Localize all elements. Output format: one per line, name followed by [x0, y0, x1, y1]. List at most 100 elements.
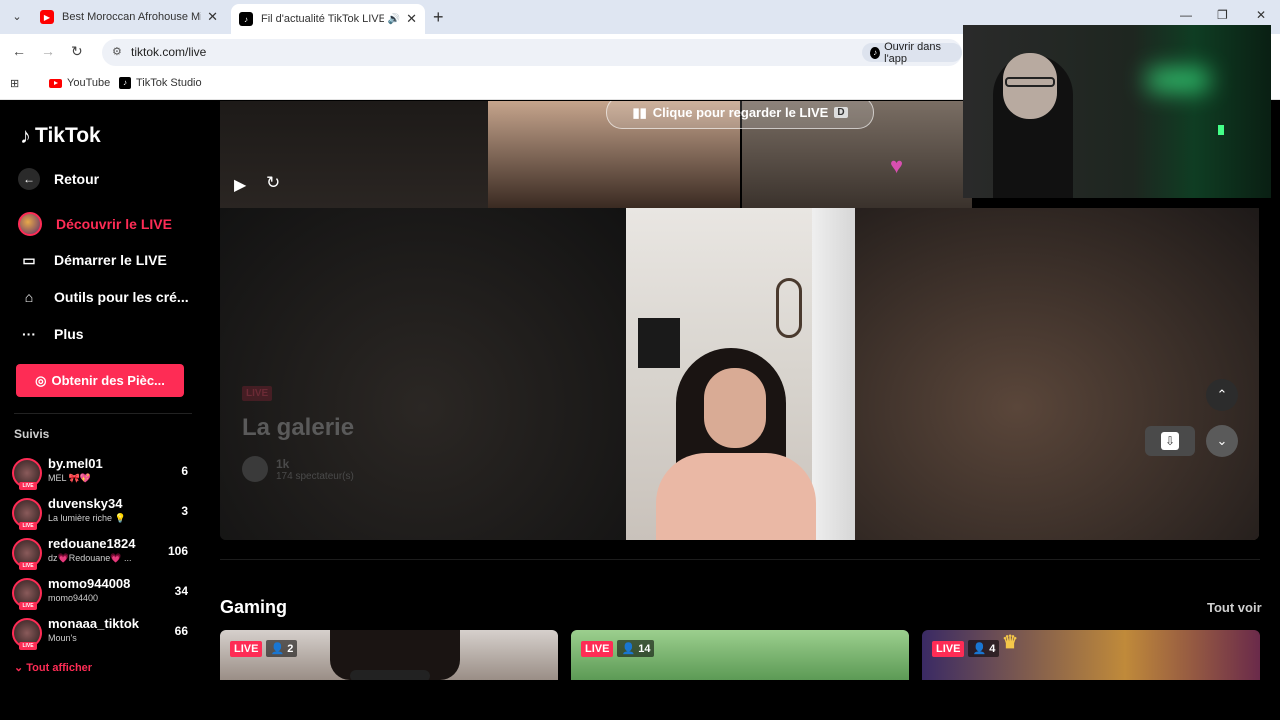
tab-title: Fil d'actualité TikTok LIVE –: [261, 13, 384, 25]
live-badge: LIVE: [242, 386, 273, 401]
next-live-button[interactable]: ⌄: [1206, 425, 1238, 457]
get-coins-button[interactable]: ◎ Obtenir des Pièc...: [16, 364, 184, 397]
webcam-glasses: [1005, 77, 1055, 87]
tab-youtube[interactable]: ▶ Best Moroccan Afrohouse Mix ✕: [32, 4, 226, 30]
back-arrow-icon: ←: [18, 168, 40, 190]
back-arrow-icon[interactable]: ←: [12, 43, 26, 59]
new-tab-button[interactable]: +: [433, 7, 444, 28]
tab-search-icon[interactable]: ⌄: [8, 8, 26, 26]
bookmark-tiktok-studio[interactable]: ♪ TikTok Studio: [119, 77, 202, 89]
bookmark-youtube[interactable]: YouTube: [49, 77, 110, 89]
following-subtitle: Moun's: [48, 633, 77, 643]
following-subtitle: MEL 🎀💖: [48, 473, 92, 483]
avatar: [242, 456, 268, 482]
live-player[interactable]: LIVE La galerie 1k 174 spectateur(s) ⌃ ⇩…: [220, 208, 1259, 540]
following-item[interactable]: LIVE momo944008 momo94400 34: [12, 576, 194, 610]
host-info[interactable]: 1k 174 spectateur(s): [242, 456, 354, 482]
video-tv: [638, 318, 680, 368]
close-tab-icon[interactable]: ✕: [207, 9, 218, 25]
restore-icon[interactable]: ❐: [1217, 8, 1228, 22]
viewer-count-value: 2: [287, 643, 294, 655]
following-name: redouane1824: [48, 536, 136, 551]
play-icon[interactable]: ▶: [234, 175, 246, 195]
live-badge: LIVE: [19, 522, 37, 530]
following-count: 6: [181, 464, 188, 478]
video-mirror: [776, 278, 802, 338]
sidebar-item-start-live[interactable]: ▭ Démarrer le LIVE: [18, 249, 167, 271]
following-item[interactable]: LIVE redouane1824 dz💗Redouane💗 ... 106: [12, 536, 194, 570]
following-subtitle: La lumière riche 💡: [48, 513, 126, 523]
card-sunglasses: [350, 670, 430, 680]
webcam-glow: [1218, 125, 1224, 135]
open-in-app-button[interactable]: ♪ Ouvrir dans l'app: [862, 41, 962, 65]
youtube-icon: ▶: [40, 10, 54, 24]
following-item[interactable]: LIVE duvensky34 La lumière riche 💡 3: [12, 496, 194, 530]
video-camera-icon: ▭: [22, 251, 36, 268]
live-badge: LIVE: [19, 642, 37, 650]
tiktok-logo[interactable]: ♪ TikTok: [20, 123, 101, 149]
following-name: momo944008: [48, 576, 131, 591]
viewer-count: 174 spectateur(s): [276, 470, 354, 482]
tiktok-icon: ♪: [20, 123, 31, 148]
apps-grid-icon[interactable]: ⊞: [10, 77, 19, 90]
url-text[interactable]: tiktok.com/live: [131, 45, 206, 59]
avatar: LIVE: [12, 618, 42, 650]
chevron-down-icon: ⌄: [1216, 433, 1228, 448]
logo-text: TikTok: [35, 124, 101, 147]
address-bar[interactable]: ⚙ tiktok.com/live ♪ Ouvrir dans l'app: [102, 39, 962, 66]
watch-live-button[interactable]: ▮▮ Clique pour regarder le LIVE D: [606, 101, 874, 129]
heart-effect-icon: ♥: [890, 153, 904, 178]
live-card[interactable]: ♛ LIVE 👤 4: [922, 630, 1260, 680]
sidebar-item-label: Plus: [54, 326, 84, 342]
sidebar-item-creator-tools[interactable]: ⌂ Outils pour les cré...: [18, 286, 189, 308]
live-video[interactable]: [626, 208, 855, 540]
tiktok-icon: ♪: [870, 46, 881, 59]
following-count: 106: [167, 544, 188, 558]
avatar: LIVE: [12, 538, 42, 570]
live-badge: LIVE: [19, 482, 37, 490]
creator-tools-icon: ⌂: [24, 289, 34, 305]
back-link[interactable]: ← Retour: [18, 168, 99, 190]
back-label: Retour: [54, 171, 100, 187]
live-badge: LIVE: [19, 602, 37, 610]
live-badge: LIVE: [230, 640, 263, 657]
live-room-title[interactable]: La galerie: [242, 414, 354, 442]
live-card[interactable]: LIVE 👤 14: [571, 630, 909, 680]
following-item[interactable]: LIVE by.mel01 MEL 🎀💖 6: [12, 456, 194, 490]
download-button[interactable]: ⇩: [1145, 426, 1195, 456]
video-body: [656, 453, 816, 540]
previous-live-button[interactable]: ⌃: [1206, 379, 1238, 411]
sidebar-divider: [14, 413, 192, 414]
sidebar-item-label: Démarrer le LIVE: [54, 252, 167, 268]
bookmark-label: TikTok Studio: [136, 77, 202, 89]
avatar: LIVE: [12, 578, 42, 610]
viewer-count-value: 4: [989, 643, 996, 655]
site-settings-icon[interactable]: ⚙: [112, 45, 122, 58]
forward-arrow-icon[interactable]: →: [41, 43, 55, 59]
download-icon: ⇩: [1161, 432, 1179, 450]
viewer-count: 👤 14: [617, 640, 655, 657]
chevron-up-icon: ⌃: [1216, 387, 1228, 402]
show-all-following-link[interactable]: ⌄ Tout afficher: [14, 661, 92, 674]
crown-graphic: ♛: [1002, 632, 1019, 652]
sidebar-item-more[interactable]: ··· Plus: [18, 323, 84, 345]
tab-tiktok-live[interactable]: ♪ Fil d'actualité TikTok LIVE – 🔊 ✕: [231, 4, 425, 34]
sidebar-item-discover-live[interactable]: Découvrir le LIVE: [18, 212, 172, 236]
following-count: 3: [181, 504, 188, 518]
get-coins-label: Obtenir des Pièc...: [51, 373, 165, 388]
following-count: 34: [174, 584, 188, 598]
reload-icon[interactable]: ↻: [71, 43, 83, 60]
chevron-down-icon: ⌄: [14, 662, 24, 674]
speaker-icon[interactable]: 🔊: [388, 14, 400, 25]
close-tab-icon[interactable]: ✕: [406, 11, 417, 27]
close-window-icon[interactable]: ✕: [1256, 8, 1266, 22]
see-all-link[interactable]: Tout voir: [1207, 600, 1262, 615]
minimize-icon[interactable]: —: [1180, 8, 1192, 22]
following-item[interactable]: LIVE monaaa_tiktok Moun's 66: [12, 616, 194, 650]
live-card[interactable]: LIVE 👤 2: [220, 630, 558, 680]
live-orb-icon: [18, 212, 42, 236]
live-badge: LIVE: [932, 640, 965, 657]
sidebar: ♪ TikTok ← Retour Découvrir le LIVE ▭ Dé…: [0, 101, 206, 720]
refresh-icon[interactable]: ↻: [266, 173, 280, 193]
sidebar-item-label: Outils pour les cré...: [54, 289, 189, 305]
